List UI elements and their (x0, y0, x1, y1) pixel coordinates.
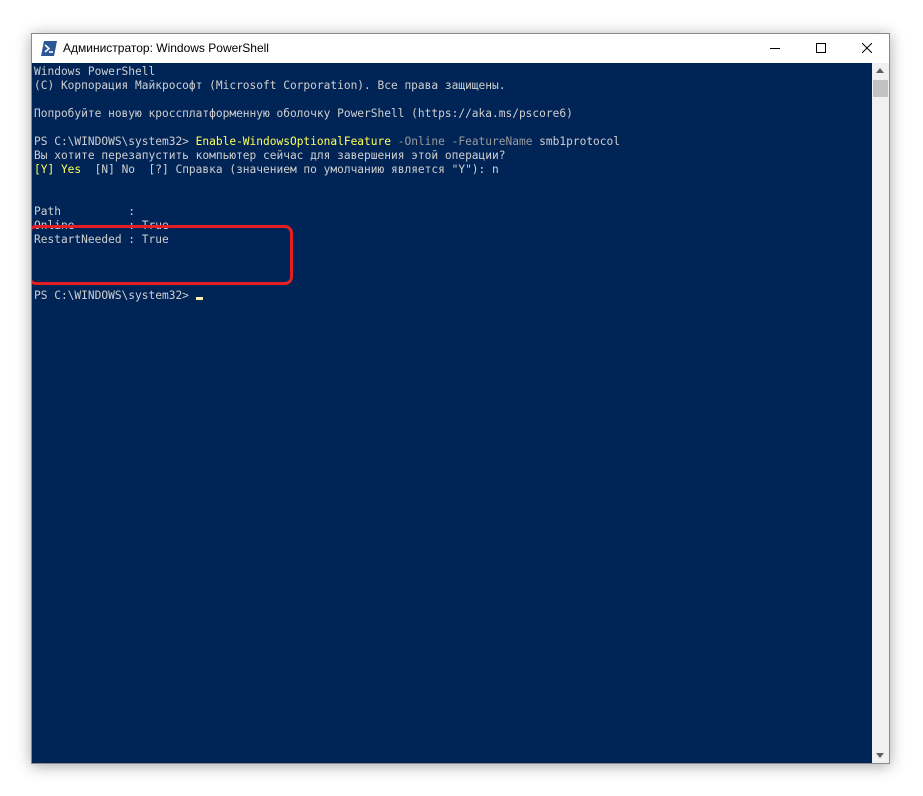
maximize-icon (816, 43, 826, 53)
pscore-hint-line: Попробуйте новую кроссплатформенную обол… (34, 107, 573, 120)
featurename-parameter: -FeatureName (444, 135, 533, 148)
result-highlight-frame (32, 225, 293, 285)
current-prompt-line: PS C:\WINDOWS\system32> (34, 289, 872, 303)
scroll-up-icon[interactable] (876, 68, 884, 73)
close-button[interactable] (844, 34, 889, 63)
command-name: Enable-WindowsOptionalFeature (195, 135, 391, 148)
prompt-text: PS C:\WINDOWS\system32> (34, 289, 196, 302)
command-line: PS C:\WINDOWS\system32> Enable-WindowsOp… (34, 135, 872, 149)
close-icon (862, 43, 872, 53)
minimize-button[interactable] (752, 34, 798, 63)
minimize-icon (770, 48, 780, 49)
prompt-text: PS C:\WINDOWS\system32> (34, 135, 196, 148)
title-bar[interactable]: Администратор: Windows PowerShell (32, 34, 889, 63)
choice-yes: [Y] Yes (34, 163, 82, 176)
restart-question: Вы хотите перезапустить компьютер сейчас… (34, 149, 506, 162)
copyright-line: (С) Корпорация Майкрософт (Microsoft Cor… (34, 79, 506, 92)
powershell-window: Администратор: Windows PowerShell Window… (31, 33, 890, 764)
scroll-down-icon[interactable] (876, 753, 884, 758)
choice-options: [N] No [?] Справка (значением по умолчан… (81, 163, 499, 176)
scrollbar-thumb[interactable] (873, 80, 888, 97)
choice-line: [Y] Yes [N] No [?] Справка (значением по… (34, 163, 872, 177)
result-path: Path : (34, 205, 136, 218)
banner-line: Windows PowerShell (34, 65, 156, 78)
text-cursor (195, 297, 203, 300)
vertical-scrollbar[interactable] (872, 63, 889, 763)
feature-value: smb1protocol (532, 135, 620, 148)
maximize-button[interactable] (798, 34, 844, 63)
online-parameter: -Online (390, 135, 445, 148)
console-output[interactable]: Windows PowerShell (С) Корпорация Майкро… (32, 63, 872, 763)
window-title: Администратор: Windows PowerShell (63, 41, 269, 55)
powershell-icon (41, 41, 57, 56)
